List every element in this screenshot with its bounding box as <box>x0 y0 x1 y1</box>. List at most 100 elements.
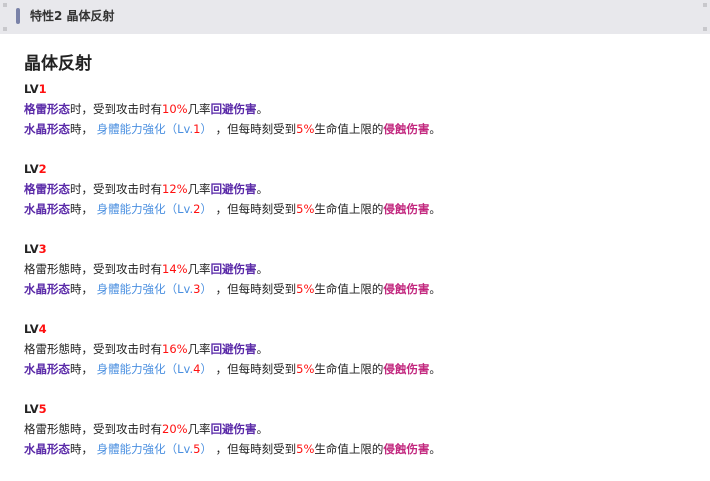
grey-form-effect: 格雷形態時，受到攻击时有14%几率回避伤害。 <box>24 259 441 279</box>
level-number: 2 <box>38 162 47 176</box>
effect-text: 格雷形態時，受到攻击时有 <box>24 422 162 436</box>
highlight-text: 回避伤害 <box>210 262 257 276</box>
level-prefix: LV <box>24 322 39 336</box>
highlight-text: 20% <box>162 422 188 436</box>
corner-marker <box>3 3 7 7</box>
highlight-text: 身體能力強化（Lv. <box>96 122 194 136</box>
level-list: LV1 格雷形态时，受到攻击时有10%几率回避伤害。 水晶形态時， 身體能力強化（L… <box>24 79 441 479</box>
effect-text: 生命值上限的 <box>314 282 384 296</box>
highlight-text: 侵蝕伤害 <box>383 282 430 296</box>
level-prefix: LV <box>24 242 39 256</box>
level-number: 3 <box>38 242 47 256</box>
effect-text: 。 <box>429 442 441 456</box>
highlight-text: 身體能力強化（Lv. <box>96 362 194 376</box>
effect-text: 几率 <box>187 102 211 116</box>
level-label: LV5 <box>24 399 441 419</box>
highlight-text: 14% <box>162 262 188 276</box>
highlight-text: ） <box>200 202 212 216</box>
grey-form-effect: 格雷形態時，受到攻击时有20%几率回避伤害。 <box>24 419 441 439</box>
crystal-form-effect: 水晶形态時， 身體能力強化（Lv.4） ，但每時刻受到5%生命值上限的侵蝕伤害。 <box>24 359 441 379</box>
highlight-text: 水晶形态 <box>24 122 70 136</box>
highlight-text: ） <box>200 442 212 456</box>
highlight-text: ） <box>200 122 212 136</box>
effect-text: 。 <box>256 422 269 436</box>
crystal-form-effect: 水晶形态時， 身體能力強化（Lv.5） ，但每時刻受到5%生命值上限的侵蝕伤害。 <box>24 439 441 459</box>
effect-text: 几率 <box>187 342 211 356</box>
highlight-text: 侵蝕伤害 <box>383 362 430 376</box>
highlight-text: 水晶形态 <box>24 202 70 216</box>
grey-form-effect: 格雷形態時，受到攻击时有16%几率回避伤害。 <box>24 339 441 359</box>
effect-text: ，但每時刻受到 <box>211 202 297 216</box>
level-block: LV1 格雷形态时，受到攻击时有10%几率回避伤害。 水晶形态時， 身體能力強化（L… <box>24 79 441 159</box>
highlight-text: 身體能力強化（Lv. <box>96 202 194 216</box>
level-number: 1 <box>38 82 47 96</box>
effect-text: 几率 <box>187 182 211 196</box>
highlight-text: 身體能力強化（Lv. <box>96 282 194 296</box>
highlight-text: 5% <box>296 362 315 376</box>
highlight-text: ） <box>200 282 212 296</box>
grey-form-effect: 格雷形态时，受到攻击时有12%几率回避伤害。 <box>24 179 441 199</box>
level-prefix: LV <box>24 402 39 416</box>
highlight-text: 回避伤害 <box>210 422 257 436</box>
level-prefix: LV <box>24 162 39 176</box>
highlight-text: 侵蝕伤害 <box>383 202 430 216</box>
corner-marker <box>3 27 7 31</box>
effect-text: 。 <box>429 202 441 216</box>
effect-text: 。 <box>256 342 269 356</box>
effect-text: 生命值上限的 <box>314 122 384 136</box>
highlight-text: 格雷形态 <box>24 182 70 196</box>
effect-text: 時， <box>70 362 97 376</box>
effect-text: 。 <box>429 282 441 296</box>
highlight-text: 回避伤害 <box>210 102 257 116</box>
level-label: LV3 <box>24 239 441 259</box>
highlight-text: 12% <box>162 182 188 196</box>
effect-text: 。 <box>256 262 269 276</box>
level-label: LV2 <box>24 159 441 179</box>
effect-text: 。 <box>256 182 269 196</box>
effect-text: 。 <box>429 362 441 376</box>
effect-text: 時， <box>70 202 97 216</box>
effect-text: 生命值上限的 <box>314 202 384 216</box>
effect-text: 生命值上限的 <box>314 362 384 376</box>
effect-text: 時， <box>70 122 97 136</box>
effect-text: 时，受到攻击时有 <box>70 102 162 116</box>
highlight-text: 侵蝕伤害 <box>383 122 430 136</box>
highlight-text: 5% <box>296 442 315 456</box>
level-block: LV4 格雷形態時，受到攻击时有16%几率回避伤害。 水晶形态時， 身體能力強化（L… <box>24 319 441 399</box>
highlight-text: 5% <box>296 122 315 136</box>
crystal-form-effect: 水晶形态時， 身體能力強化（Lv.2） ，但每時刻受到5%生命值上限的侵蝕伤害。 <box>24 199 441 219</box>
highlight-text: 格雷形态 <box>24 102 70 116</box>
section-title: 特性2 晶体反射 <box>30 9 115 23</box>
highlight-text: 5% <box>296 202 315 216</box>
effect-text: 。 <box>429 122 441 136</box>
corner-marker <box>703 27 707 31</box>
level-prefix: LV <box>24 82 39 96</box>
level-block: LV3 格雷形態時，受到攻击时有14%几率回避伤害。 水晶形态時， 身體能力強化（L… <box>24 239 441 319</box>
level-number: 4 <box>38 322 47 336</box>
corner-marker <box>703 3 707 7</box>
crystal-form-effect: 水晶形态時， 身體能力強化（Lv.1） ，但每時刻受到5%生命值上限的侵蝕伤害。 <box>24 119 441 139</box>
header-accent-bar <box>16 8 20 24</box>
effect-text: 时，受到攻击时有 <box>70 182 162 196</box>
effect-text: 几率 <box>187 262 211 276</box>
highlight-text: 侵蝕伤害 <box>383 442 430 456</box>
trait-title: 晶体反射 <box>24 54 92 74</box>
grey-form-effect: 格雷形态时，受到攻击时有10%几率回避伤害。 <box>24 99 441 119</box>
highlight-text: 身體能力強化（Lv. <box>96 442 194 456</box>
highlight-text: 水晶形态 <box>24 362 70 376</box>
level-block: LV5 格雷形態時，受到攻击时有20%几率回避伤害。 水晶形态時， 身體能力強化（L… <box>24 399 441 479</box>
section-header: 特性2 晶体反射 <box>0 0 710 34</box>
effect-text: 時， <box>70 282 97 296</box>
effect-text: 格雷形態時，受到攻击时有 <box>24 342 162 356</box>
highlight-text: 回避伤害 <box>210 342 257 356</box>
effect-text: 格雷形態時，受到攻击时有 <box>24 262 162 276</box>
effect-text: ，但每時刻受到 <box>211 282 297 296</box>
highlight-text: ） <box>200 362 212 376</box>
crystal-form-effect: 水晶形态時， 身體能力強化（Lv.3） ，但每時刻受到5%生命值上限的侵蝕伤害。 <box>24 279 441 299</box>
effect-text: ，但每時刻受到 <box>211 442 297 456</box>
effect-text: 。 <box>256 102 269 116</box>
highlight-text: 16% <box>162 342 188 356</box>
level-label: LV4 <box>24 319 441 339</box>
effect-text: 生命值上限的 <box>314 442 384 456</box>
effect-text: ，但每時刻受到 <box>211 122 297 136</box>
